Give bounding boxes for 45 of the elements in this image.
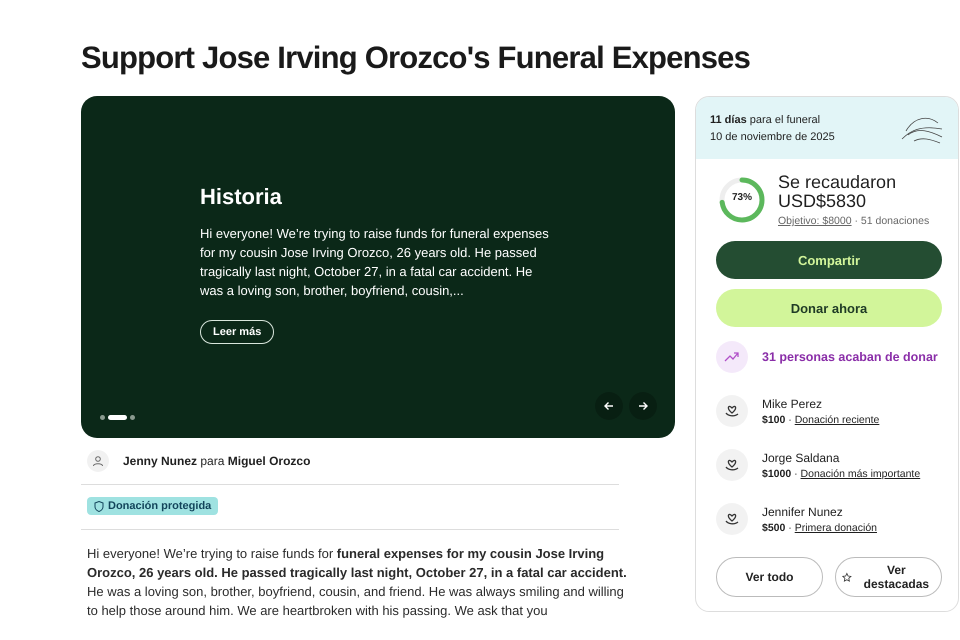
goal-link[interactable]: Objetivo: $8000 xyxy=(778,215,852,227)
donation-tag-link[interactable]: Donación más importante xyxy=(800,468,920,480)
share-button[interactable]: Compartir xyxy=(716,241,942,279)
donation-tag-link[interactable]: Primera donación xyxy=(794,522,877,534)
heart-in-hand-icon xyxy=(724,511,740,527)
user-avatar xyxy=(87,450,109,472)
story-heading: Historia xyxy=(200,184,283,210)
heart-in-hand-icon xyxy=(724,403,740,419)
countdown-text: 11 días para el funeral xyxy=(710,113,822,128)
donation-amount: $100 xyxy=(762,414,786,426)
story-excerpt: Hi everyone! We’re trying to raise funds for funeral expenses for my cousin Jose Irving Orozco, 26 years old. He passed tragically last night, October 27, in a fatal car accident. He was a loving son, brother, boyfriend, cousin,... xyxy=(200,225,550,300)
shield-icon xyxy=(94,500,104,512)
separator-dot: · xyxy=(794,468,798,480)
carousel-dot[interactable] xyxy=(130,415,135,420)
donate-button[interactable]: Donar ahora xyxy=(716,289,942,327)
donor-name: Jorge Saldana xyxy=(762,450,840,464)
separator-dot: · xyxy=(854,215,858,227)
raised-amount: USD$5830 xyxy=(778,192,868,211)
organizer-line: Jenny Nunez para Miguel Orozco xyxy=(123,454,310,468)
donor-name: Mike Perez xyxy=(762,396,824,410)
heart-in-hand-icon xyxy=(724,457,740,473)
left-arrow-icon xyxy=(604,401,614,411)
progress-percent: 73% xyxy=(730,192,753,203)
protected-donation-badge: Donación protegida xyxy=(87,497,218,515)
raised-label: Se recaudaron xyxy=(778,173,898,192)
separator-dot: · xyxy=(788,522,792,534)
trending-up-icon xyxy=(724,351,740,363)
right-arrow-icon xyxy=(638,401,648,411)
see-all-button[interactable]: Ver todo xyxy=(716,557,823,597)
donation-count: 51 donaciones xyxy=(860,215,930,227)
donation-amount: $500 xyxy=(762,522,786,534)
page-title: Support Jose Irving Orozco's Funeral Expenses xyxy=(81,40,752,76)
story-text: Hi everyone! We’re trying to raise funds for funeral expenses for my cousin Jose Irving Orozco, 26 years old. He passed tragically last night, October 27, in a fatal car accident. He was a loving son, brother, boyfriend, cousin, and friend. He was always smiling and willing to help those around him. We are heartbroken with his passing. We ask that you xyxy=(86,544,628,620)
previous-button[interactable] xyxy=(595,392,623,420)
star-icon xyxy=(842,572,852,582)
donation-tag-link[interactable]: Donación reciente xyxy=(794,414,880,426)
carousel-dot[interactable] xyxy=(100,415,105,420)
featured-button[interactable]: Ver destacadas xyxy=(835,557,942,597)
read-more-button[interactable]: Leer más xyxy=(200,320,274,344)
separator-dot: · xyxy=(788,414,792,426)
donation-amount: $1000 xyxy=(762,468,792,480)
funeral-date: 10 de noviembre de 2025 xyxy=(710,130,835,145)
recent-donors-text: 31 personas acaban de donar xyxy=(762,350,938,364)
donor-name: Jennifer Nunez xyxy=(762,504,844,518)
next-button[interactable] xyxy=(629,392,657,420)
